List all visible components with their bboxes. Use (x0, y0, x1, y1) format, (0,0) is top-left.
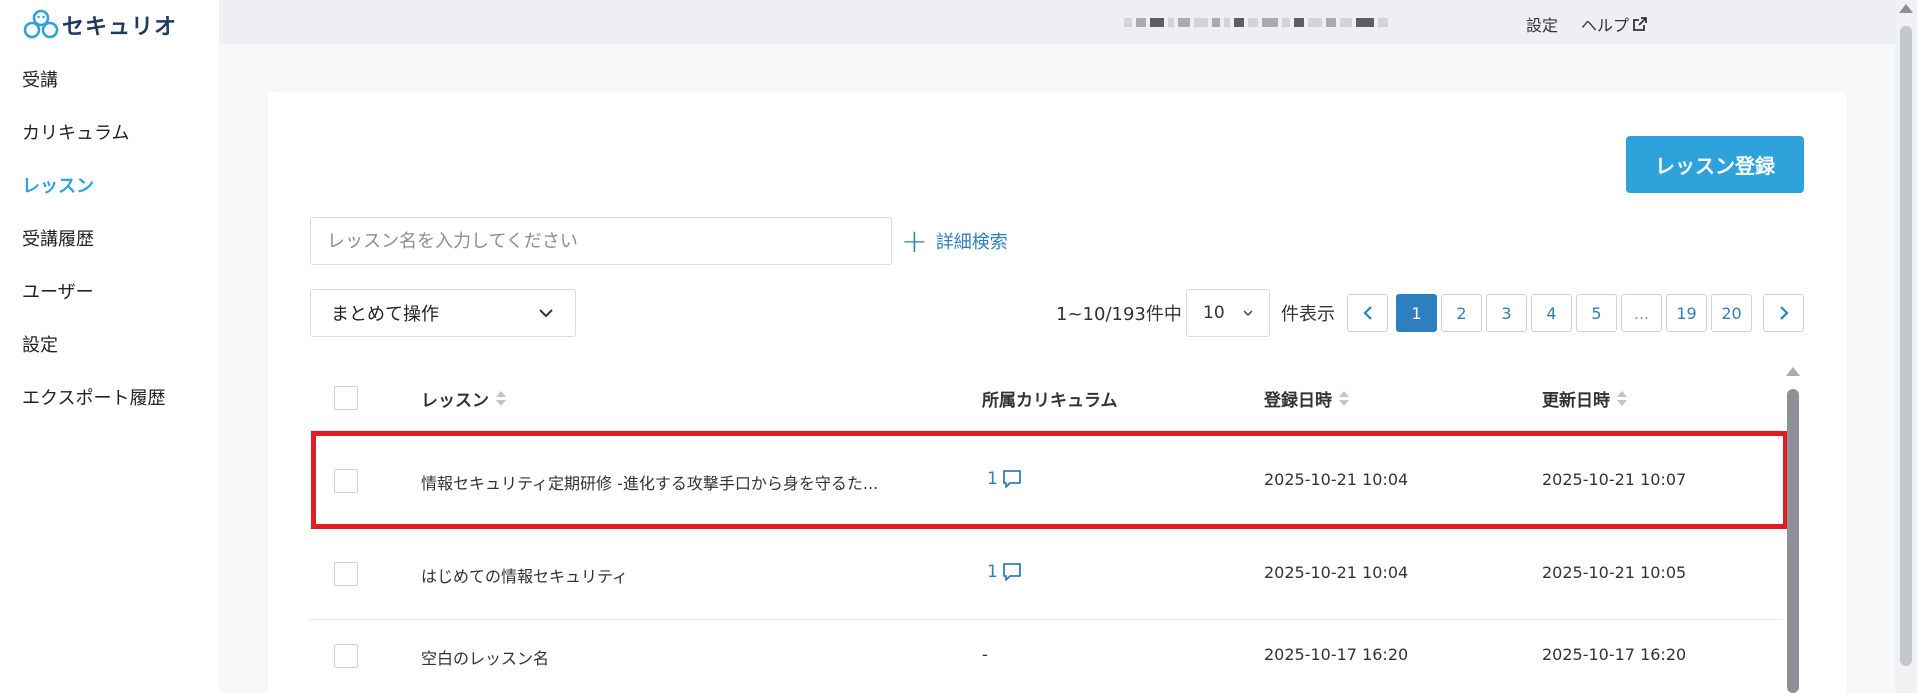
header-settings-link[interactable]: 設定 (1526, 12, 1558, 36)
column-header-updated[interactable]: 更新日時 (1542, 386, 1627, 411)
curriculum-empty: - (982, 645, 988, 664)
sort-icon (1339, 390, 1349, 408)
updated-at: 2025-10-21 10:05 (1542, 563, 1687, 582)
row-checkbox[interactable] (334, 562, 358, 586)
column-header-created-label: 登録日時 (1264, 391, 1332, 411)
column-header-lesson[interactable]: レッスン (421, 386, 506, 411)
chevron-left-icon (1362, 306, 1372, 320)
pagination-page-4[interactable]: 4 (1531, 294, 1572, 332)
curriculum-count: 1 (987, 562, 998, 582)
help-label: ヘルプ (1581, 16, 1630, 35)
sidebar-nav: 受講 カリキュラム レッスン 受講履歴 ユーザー 設定 エクスポート履歴 (0, 56, 219, 427)
page-scrollbar-thumb[interactable] (1900, 26, 1912, 666)
pagination-page-2[interactable]: 2 (1441, 294, 1482, 332)
sort-icon (496, 390, 506, 408)
advanced-search-label: 詳細検索 (935, 232, 1008, 253)
sort-icon (1617, 390, 1627, 408)
sidebar-item-attendance-history[interactable]: 受講履歴 (0, 215, 219, 268)
column-header-created[interactable]: 登録日時 (1264, 386, 1349, 411)
pagination-page-3[interactable]: 3 (1486, 294, 1527, 332)
column-header-updated-label: 更新日時 (1542, 391, 1610, 411)
pagination-page-1[interactable]: 1 (1396, 294, 1437, 332)
sidebar-item-users[interactable]: ユーザー (0, 268, 219, 321)
bulk-action-select[interactable]: まとめて操作 (310, 289, 576, 337)
external-link-icon (1633, 17, 1647, 31)
row-divider (310, 619, 1781, 620)
per-page-suffix: 件表示 (1281, 304, 1335, 325)
created-at: 2025-10-17 16:20 (1264, 645, 1409, 664)
pagination-summary: 1~10/193件中 (1056, 304, 1182, 325)
lesson-search-input[interactable] (310, 217, 892, 265)
chevron-down-icon (539, 309, 553, 318)
column-header-curriculum: 所属カリキュラム (982, 386, 1118, 411)
created-at: 2025-10-21 10:04 (1264, 563, 1409, 582)
bulk-action-label: まとめて操作 (331, 304, 439, 325)
sidebar-item-attend[interactable]: 受講 (0, 56, 219, 109)
brand-logo[interactable]: セキュリオ (22, 8, 177, 42)
table-scroll-up-arrow[interactable] (1786, 367, 1800, 376)
pagination-page-19[interactable]: 19 (1666, 294, 1707, 332)
per-page-select[interactable]: 10 (1186, 289, 1270, 337)
updated-at: 2025-10-17 16:20 (1542, 645, 1687, 664)
header-help-link[interactable]: ヘルプ (1581, 12, 1648, 36)
lesson-name[interactable]: 空白のレッスン名 (421, 645, 549, 669)
chevron-down-icon (1243, 310, 1253, 317)
pagination-next-button[interactable] (1763, 294, 1804, 332)
per-page-value: 10 (1203, 303, 1225, 323)
sidebar-item-settings[interactable]: 設定 (0, 321, 219, 374)
table-scrollbar-thumb[interactable] (1787, 389, 1799, 693)
lesson-name[interactable]: はじめての情報セキュリティ (421, 563, 628, 587)
pagination-page-20[interactable]: 20 (1711, 294, 1752, 332)
logo-mark-icon (23, 9, 59, 39)
advanced-search-link[interactable]: + 詳細検索 (901, 222, 1008, 260)
chevron-right-icon (1779, 306, 1789, 320)
sidebar-item-export-history[interactable]: エクスポート履歴 (0, 374, 219, 427)
brand-name: セキュリオ (62, 15, 178, 40)
select-all-checkbox[interactable] (334, 386, 358, 410)
register-lesson-button[interactable]: レッスン登録 (1626, 136, 1804, 193)
plus-icon: + (901, 222, 928, 260)
pagination-ellipsis: ... (1621, 294, 1662, 332)
comment-icon (1002, 563, 1021, 581)
page-scroll-up-arrow[interactable] (1899, 4, 1913, 13)
column-header-curriculum-label: 所属カリキュラム (982, 391, 1118, 411)
blurred-user-info (1124, 14, 1524, 30)
highlight-box (311, 431, 1788, 529)
pagination-prev-button[interactable] (1347, 294, 1388, 332)
sidebar: セキュリオ 受講 カリキュラム レッスン 受講履歴 ユーザー 設定 エクスポート… (0, 0, 219, 693)
column-header-lesson-label: レッスン (421, 391, 489, 411)
row-checkbox[interactable] (334, 644, 358, 668)
sidebar-item-curriculum[interactable]: カリキュラム (0, 109, 219, 162)
pagination-page-5[interactable]: 5 (1576, 294, 1617, 332)
sidebar-item-lesson[interactable]: レッスン (0, 162, 219, 215)
curriculum-count-link[interactable]: 1 (987, 562, 1022, 582)
